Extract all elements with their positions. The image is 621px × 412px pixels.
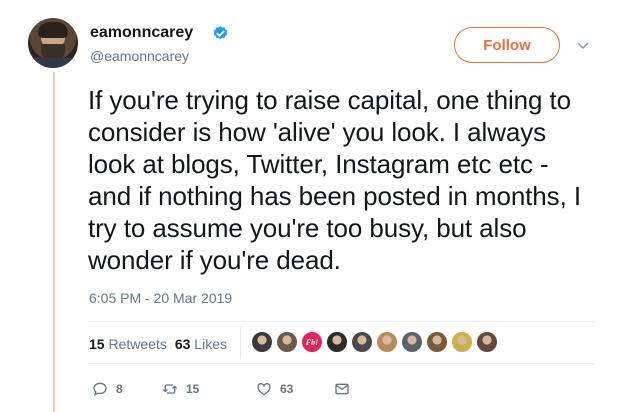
liker-avatar[interactable] [251,331,273,353]
reply-count: 8 [116,382,123,396]
divider [88,363,594,364]
retweet-action[interactable]: 15 [162,381,256,397]
direct-message-action[interactable] [334,381,350,397]
liker-avatar[interactable]: Fb! [301,331,323,353]
likes-label: Likes [194,336,227,352]
liker-avatar[interactable] [476,331,498,353]
tweet-text: If you're trying to raise capital, one t… [88,85,581,275]
retweet-icon [163,384,177,394]
handle[interactable]: @eamonncarey [90,48,189,64]
display-name[interactable]: eamonncarey [90,24,193,42]
likes-stat[interactable]: 63 Likes [175,336,227,352]
retweets-count: 15 [89,336,105,352]
tweet-actions: 8 15 63 [92,381,350,397]
reply-action[interactable]: 8 [92,381,162,397]
avatar[interactable] [28,18,78,68]
stats-separator [240,327,241,359]
like-action[interactable]: 63 [256,381,334,397]
divider [88,321,594,322]
tweet-stats: 15 Retweets 63 Likes [89,336,227,352]
liker-avatar[interactable] [276,331,298,353]
liker-avatar[interactable] [376,331,398,353]
liker-avatar[interactable] [351,331,373,353]
follow-button[interactable]: Follow [454,27,560,63]
reply-icon [93,382,107,396]
liker-avatar[interactable] [401,331,423,353]
like-count: 63 [280,382,294,396]
thread-line [53,72,55,412]
chevron-down-icon[interactable] [577,40,589,52]
liker-avatars: Fb! [251,331,501,353]
retweets-stat[interactable]: 15 Retweets [89,336,167,352]
timestamp[interactable]: 6:05 PM - 20 Mar 2019 [89,290,232,306]
liker-avatar[interactable] [451,331,473,353]
envelope-icon [335,383,349,395]
liker-avatar[interactable] [326,331,348,353]
heart-icon [257,383,271,396]
verified-badge-icon [213,26,228,40]
retweets-label: Retweets [108,336,167,352]
retweet-count: 15 [186,382,200,396]
liker-avatar[interactable] [426,331,448,353]
likes-count: 63 [174,336,191,352]
